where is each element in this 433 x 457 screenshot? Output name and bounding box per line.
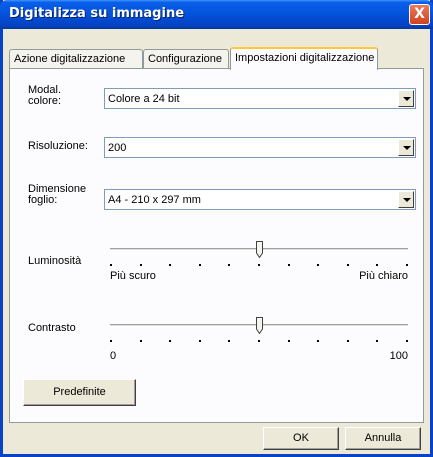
close-icon: X: [414, 6, 425, 22]
close-button[interactable]: X: [409, 4, 430, 25]
color-mode-value: Colore a 24 bit: [108, 93, 180, 105]
slider-tick: [288, 340, 290, 342]
paper-size-label: Dimensione foglio:: [28, 183, 87, 206]
slider-tick: [140, 264, 142, 266]
paper-size-value: A4 - 210 x 297 mm: [108, 194, 201, 206]
resolution-select[interactable]: 200: [104, 137, 416, 158]
slider-tick: [110, 264, 112, 266]
cancel-button[interactable]: Annulla: [345, 427, 421, 450]
brightness-label: Luminosità: [28, 255, 82, 267]
cancel-button-label: Annulla: [364, 432, 402, 444]
slider-tick: [376, 340, 378, 342]
slider-tick: [317, 340, 319, 342]
contrast-max-label: 100: [389, 350, 408, 362]
tab-configurazione[interactable]: Configurazione: [143, 49, 229, 69]
paper-size-select[interactable]: A4 - 210 x 297 mm: [104, 189, 416, 210]
slider-tick: [140, 340, 142, 342]
slider-tick: [199, 264, 201, 266]
resolution-value: 200: [108, 142, 127, 154]
slider-tick: [228, 340, 230, 342]
slider-tick: [110, 340, 112, 342]
slider-tick: [228, 264, 230, 266]
slider-tick: [406, 340, 408, 342]
slider-tick: [288, 264, 290, 266]
slider-tick: [258, 264, 260, 266]
brightness-min-label: Più scuro: [110, 270, 156, 282]
slider-tick: [169, 264, 171, 266]
tab-label: Azione digitalizzazione: [14, 53, 126, 65]
slider-tick: [169, 340, 171, 342]
ok-button-label: OK: [293, 432, 309, 444]
color-mode-select[interactable]: Colore a 24 bit: [104, 88, 416, 109]
defaults-button[interactable]: Predefinite: [23, 379, 136, 406]
tab-impostazioni-digitalizzazione[interactable]: Impostazioni digitalizzazione: [230, 47, 378, 70]
slider-thumb[interactable]: [256, 317, 263, 335]
chevron-down-icon[interactable]: [398, 191, 414, 208]
slider-tick: [199, 340, 201, 342]
defaults-button-label: Predefinite: [53, 386, 106, 398]
tab-label: Impostazioni digitalizzazione: [235, 52, 375, 64]
brightness-max-label: Più chiaro: [359, 270, 408, 282]
chevron-down-icon[interactable]: [398, 139, 414, 156]
ok-button[interactable]: OK: [263, 427, 339, 450]
chevron-down-icon[interactable]: [398, 90, 414, 107]
slider-tick: [347, 340, 349, 342]
slider-tick: [376, 264, 378, 266]
slider-tick: [317, 264, 319, 266]
contrast-label: Contrasto: [28, 322, 76, 334]
color-mode-label: Modal. colore:: [28, 84, 62, 107]
slider-tick: [258, 340, 260, 342]
slider-tick: [406, 264, 408, 266]
resolution-label: Risoluzione:: [28, 140, 88, 152]
tab-azione-digitalizzazione[interactable]: Azione digitalizzazione: [9, 49, 143, 69]
settings-panel: Modal. colore: Colore a 24 bit Risoluzio…: [9, 68, 424, 423]
dialog-window: Digitalizza su immagine X Azione digital…: [0, 0, 433, 457]
window-title: Digitalizza su immagine: [9, 6, 185, 21]
title-bar[interactable]: Digitalizza su immagine X: [0, 0, 433, 29]
slider-thumb[interactable]: [256, 241, 263, 259]
contrast-min-label: 0: [110, 350, 117, 362]
slider-tick: [347, 264, 349, 266]
tab-label: Configurazione: [148, 53, 222, 65]
